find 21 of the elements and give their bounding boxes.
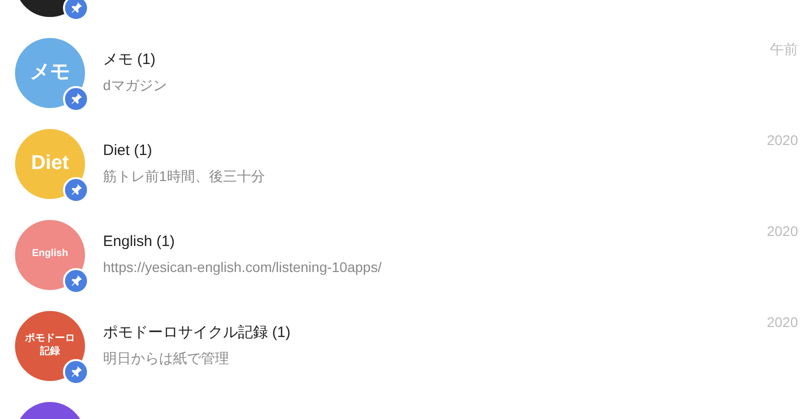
chat-title: Diet (1) <box>103 140 154 161</box>
pin-icon <box>70 274 82 287</box>
timestamp: 2020 <box>766 222 798 241</box>
message-preview: dマガジン <box>103 76 167 96</box>
avatar-label: ポモドーロ記録 <box>24 333 76 358</box>
pin-icon <box>70 92 82 105</box>
avatar-label: メモ <box>29 60 71 85</box>
timestamp: 午前 <box>770 40 798 59</box>
timestamp: 2020 <box>766 131 798 150</box>
pin-icon <box>70 365 82 378</box>
message-preview: 筋トレ前1時間、後三十分 <box>103 167 265 186</box>
chat-title: English (1) <box>103 232 176 252</box>
pin-icon <box>70 1 82 14</box>
pin-icon <box>70 183 82 196</box>
message-preview: 明日からは紙で管理 <box>103 349 230 368</box>
timestamp: 2020 <box>766 313 798 332</box>
message-preview: https://yesican-english.com/listening-10apps/ <box>103 258 382 278</box>
chat-title: ポモドーロサイクル記録 (1) <box>103 322 290 343</box>
avatar-label: English <box>30 248 70 261</box>
chat-title: メモ (1) <box>103 50 156 70</box>
avatar-label: Diet <box>30 151 70 176</box>
